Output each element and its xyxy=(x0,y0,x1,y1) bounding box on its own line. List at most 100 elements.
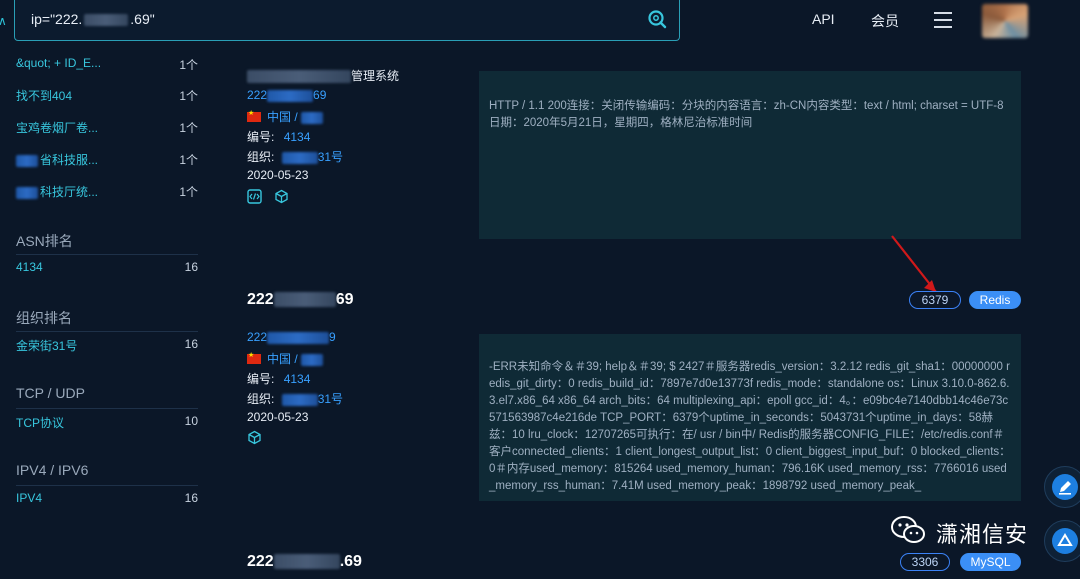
ip-suffix: .69 xyxy=(339,553,362,570)
port-badge[interactable]: 6379 xyxy=(909,291,961,309)
section-title-ipversion: IPV4 / IPV6 xyxy=(16,462,89,478)
sidebar: &quot; + ID_E... 1个 找不到404 1个 宝鸡卷烟厂卷... … xyxy=(0,42,212,579)
asn-label: 编号: xyxy=(247,130,275,144)
redacted-ip xyxy=(273,554,340,570)
service-badge[interactable]: Redis xyxy=(969,291,1021,309)
result-title[interactable]: 管理系统 xyxy=(247,67,399,84)
china-flag-icon xyxy=(247,351,261,364)
sidebar-item-label: 金荣街31号 xyxy=(16,339,78,353)
china-flag-icon xyxy=(247,109,261,122)
sidebar-item-label-text: 科技厅统... xyxy=(40,185,99,199)
logo-icon[interactable]: ∧ xyxy=(0,14,8,28)
result-date: 2020-05-23 xyxy=(247,168,309,182)
sidebar-item-count: 16 xyxy=(184,260,198,274)
api-link[interactable]: API xyxy=(812,11,835,27)
section-title-protocol: TCP / UDP xyxy=(16,385,85,401)
sidebar-item-count: 1个 xyxy=(179,153,198,167)
search-input[interactable]: ip="222. .69" xyxy=(31,11,155,27)
redacted-ip xyxy=(267,89,314,102)
edit-icon xyxy=(1052,474,1078,500)
redacted-text xyxy=(247,70,351,84)
ip-prefix: 222 xyxy=(247,88,268,102)
sidebar-item-title-3[interactable]: 宝鸡卷烟厂卷... 1个 xyxy=(16,115,198,137)
sidebar-item-count: 1个 xyxy=(179,89,198,103)
org-link[interactable]: 31号 xyxy=(318,392,343,406)
sidebar-item-protocol[interactable]: TCP协议 10 xyxy=(16,410,198,432)
sidebar-item-ipversion[interactable]: IPV4 16 xyxy=(16,487,198,509)
sidebar-item-title-4[interactable]: 省科技服... 1个 xyxy=(16,147,198,169)
sidebar-item-label: IPV4 xyxy=(16,491,43,505)
member-link[interactable]: 会员 xyxy=(871,11,899,31)
ip-prefix: 222 xyxy=(247,291,274,308)
divider xyxy=(16,485,198,486)
redacted-text xyxy=(281,393,318,406)
sidebar-item-title-5[interactable]: 科技厅统... 1个 xyxy=(16,179,198,201)
result-ip-link[interactable]: 222 69 xyxy=(247,88,326,102)
section-title-org: 组织排名 xyxy=(16,310,72,326)
result-location: 中国 / xyxy=(247,108,324,125)
result-asn: 编号: 4134 xyxy=(247,128,310,145)
cube-icon[interactable] xyxy=(247,430,262,445)
sidebar-item-label: 4134 xyxy=(16,260,43,274)
sidebar-item-asn[interactable]: 4134 16 xyxy=(16,256,198,278)
avatar[interactable] xyxy=(982,4,1028,38)
redacted-ip xyxy=(84,14,129,27)
cube-icon[interactable] xyxy=(274,189,289,204)
sidebar-item-label-text: 省科技服... xyxy=(40,153,99,167)
result-org: 组织: 31号 xyxy=(247,390,343,407)
result-date: 2020-05-23 xyxy=(247,410,309,424)
sidebar-item-label: 科技厅统... xyxy=(16,183,98,200)
redacted-text xyxy=(281,151,318,164)
redacted-text xyxy=(16,154,38,167)
redacted-text xyxy=(16,186,38,199)
service-badge[interactable]: MySQL xyxy=(960,553,1021,571)
top-bar: ∧ ip="222. .69" API 会员 xyxy=(0,0,1080,42)
code-icon[interactable] xyxy=(247,189,262,204)
asn-link[interactable]: 4134 xyxy=(284,372,311,386)
sidebar-item-label: 宝鸡卷烟厂卷... xyxy=(16,121,99,135)
port-badge[interactable]: 3306 xyxy=(900,553,950,571)
org-label: 组织: xyxy=(247,150,275,164)
divider xyxy=(16,254,198,255)
divider xyxy=(16,408,198,409)
result-org: 组织: 31号 xyxy=(247,148,343,165)
ip-suffix: 69 xyxy=(335,291,354,308)
sidebar-item-label: 找不到404 xyxy=(16,89,73,103)
result-ip-title[interactable]: 222 69 xyxy=(247,291,354,309)
arrow-annotation xyxy=(891,235,937,293)
country-link[interactable]: 中国 / xyxy=(267,110,298,124)
result-ip-title[interactable]: 222.69 xyxy=(247,553,362,571)
sidebar-item-count: 1个 xyxy=(179,58,198,72)
result-title-text: 管理系统 xyxy=(351,69,400,83)
section-title-asn: ASN排名 xyxy=(16,233,73,249)
wechat-icon xyxy=(891,516,925,543)
asn-label: 编号: xyxy=(247,372,275,386)
search-box[interactable]: ip="222. .69" xyxy=(14,0,680,41)
result-location: 中国 / xyxy=(247,350,324,367)
result-banner: HTTP / 1.1 200连接：关闭传输编码：分块的内容语言：zh-CN内容类… xyxy=(479,71,1021,239)
sidebar-item-org[interactable]: 金荣街31号 16 xyxy=(16,333,198,355)
result-banner: -ERR未知命令＆＃39; help＆＃39; $ 2427＃服务器redis_… xyxy=(479,334,1021,501)
search-icon[interactable] xyxy=(647,9,667,29)
sidebar-item-count: 1个 xyxy=(179,185,198,199)
org-label: 组织: xyxy=(247,392,275,406)
sidebar-item-count: 16 xyxy=(184,337,198,351)
country-link[interactable]: 中国 / xyxy=(267,352,298,366)
sidebar-item-title-1[interactable]: &quot; + ID_E... 1个 xyxy=(16,52,198,74)
sidebar-item-label: &quot; + ID_E... xyxy=(16,56,102,70)
search-query-prefix: ip="222. xyxy=(31,11,83,27)
sidebar-item-label: TCP协议 xyxy=(16,416,65,430)
redacted-ip xyxy=(267,331,330,344)
ip-prefix: 222 xyxy=(247,553,274,570)
redacted-ip xyxy=(273,292,336,308)
ip-prefix: 222 xyxy=(247,330,268,344)
result-ip-link[interactable]: 222 9 xyxy=(247,330,336,344)
divider xyxy=(16,331,198,332)
sidebar-item-title-2[interactable]: 找不到404 1个 xyxy=(16,83,198,105)
org-link[interactable]: 31号 xyxy=(318,150,343,164)
result-asn: 编号: 4134 xyxy=(247,370,310,387)
sidebar-item-label: 省科技服... xyxy=(16,151,98,168)
feedback-button[interactable] xyxy=(1044,466,1080,508)
menu-icon[interactable] xyxy=(934,12,952,28)
asn-link[interactable]: 4134 xyxy=(284,130,311,144)
